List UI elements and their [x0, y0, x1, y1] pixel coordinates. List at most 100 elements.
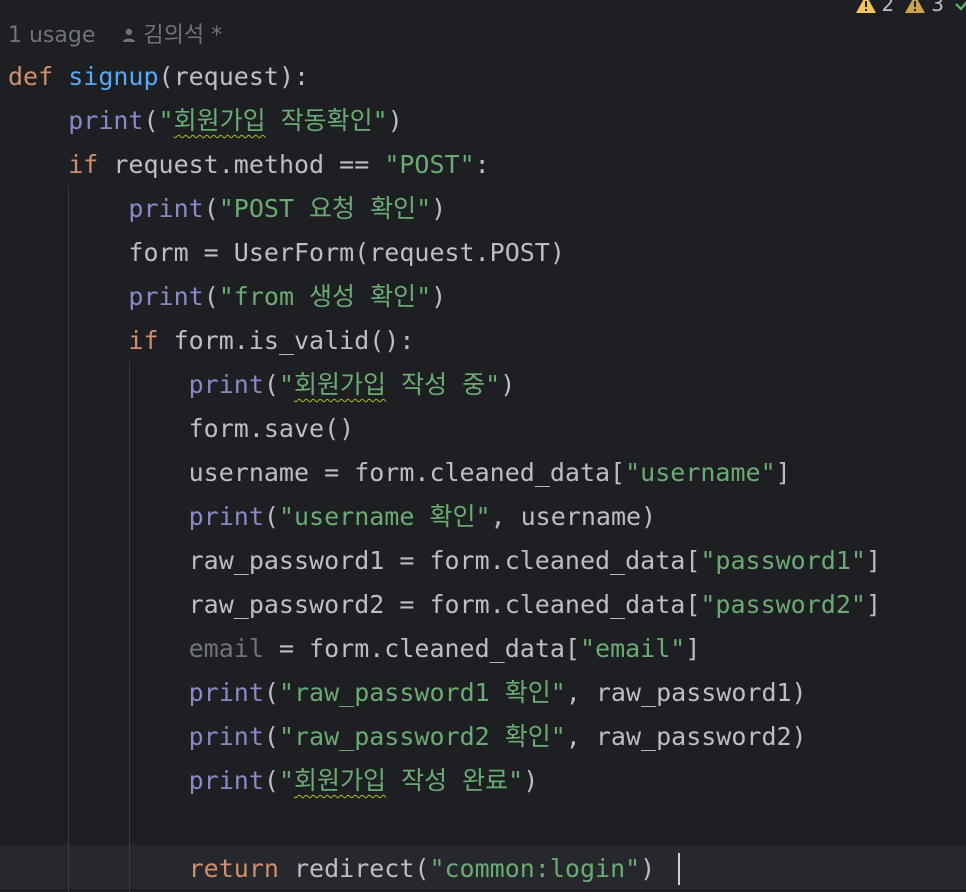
- weak-warning-counter[interactable]: 3: [904, 0, 944, 16]
- usages-count[interactable]: 1 usage: [8, 23, 95, 48]
- code-line[interactable]: print("username 확인", username): [8, 495, 881, 539]
- paren: ): [523, 766, 539, 795]
- builtin: print: [188, 722, 264, 751]
- spelling-typo: 회원가입: [294, 370, 387, 399]
- person-icon: [123, 28, 136, 42]
- warning-icon: [905, 0, 926, 13]
- builtin: print: [188, 766, 264, 795]
- code-line[interactable]: raw_password1 = form.cleaned_data["passw…: [8, 539, 881, 583]
- string: "username 확인": [278, 502, 491, 531]
- paren: ): [431, 282, 447, 311]
- string: 작동확인": [265, 106, 388, 135]
- code-line-empty[interactable]: [8, 803, 881, 847]
- statement: = form.cleaned_data[: [263, 634, 580, 663]
- statement: username = form.cleaned_data[: [188, 458, 626, 487]
- usage-hint[interactable]: 1 usage 김의석 *: [8, 17, 222, 49]
- function-name: signup: [68, 62, 159, 91]
- text-caret: [678, 853, 680, 885]
- paren: (: [263, 678, 279, 707]
- bracket: ]: [775, 458, 791, 487]
- builtin: print: [128, 282, 204, 311]
- code-line[interactable]: def signup(request):: [8, 55, 881, 99]
- string: "common:login": [429, 854, 641, 883]
- paren: (: [263, 722, 279, 751]
- builtin: print: [128, 194, 204, 223]
- string: "username": [625, 458, 776, 487]
- statement: form = UserForm(request.POST): [128, 238, 565, 267]
- call: redirect(: [278, 854, 430, 883]
- paren: (: [263, 766, 279, 795]
- code-line[interactable]: print("raw_password1 확인", raw_password1): [8, 671, 881, 715]
- statement: form.save(): [188, 414, 355, 443]
- string: "raw_password1 확인": [278, 678, 566, 707]
- code-line-current[interactable]: return redirect("common:login"): [8, 847, 881, 891]
- colon: :: [474, 150, 490, 179]
- paren: ): [431, 194, 447, 223]
- expression: form.is_valid():: [158, 326, 415, 355]
- code-line[interactable]: print("from 생성 확인"): [8, 275, 881, 319]
- unused-variable: email: [188, 634, 264, 663]
- spelling-typo: 회원가입: [294, 766, 387, 795]
- bracket: ]: [685, 634, 701, 663]
- builtin: print: [68, 106, 144, 135]
- code-editor[interactable]: 1 usage 김의석 * 2 3 def signup(request): pr…: [0, 0, 966, 892]
- bracket: ]: [865, 546, 882, 575]
- builtin: print: [188, 370, 264, 399]
- statement: raw_password2 = form.cleaned_data[: [188, 590, 701, 619]
- string: "email": [579, 634, 686, 663]
- string: "POST 요청 확인": [218, 194, 432, 223]
- code-line[interactable]: print("raw_password2 확인", raw_password2): [8, 715, 881, 759]
- weak-warning-count: 3: [931, 0, 944, 16]
- arguments: , raw_password2): [565, 722, 807, 751]
- check-icon: [955, 1, 966, 11]
- builtin: print: [188, 502, 264, 531]
- code-line[interactable]: if request.method == "POST":: [8, 143, 881, 187]
- keyword: if: [128, 326, 159, 355]
- builtin: print: [188, 678, 264, 707]
- string-quote: ": [278, 370, 295, 399]
- author-name[interactable]: 김의석 *: [143, 23, 222, 48]
- paren: ): [387, 106, 403, 135]
- arguments: , username): [490, 502, 657, 531]
- keyword: if: [68, 150, 99, 179]
- string-quote: ": [158, 106, 174, 135]
- string-quote: ": [278, 766, 295, 795]
- string: 작성 완료": [386, 766, 524, 795]
- warning-count: 2: [881, 0, 895, 16]
- keyword: def: [8, 62, 54, 91]
- code-line[interactable]: print("회원가입 작성 완료"): [8, 759, 881, 803]
- string: "from 생성 확인": [218, 282, 432, 311]
- string: "raw_password2 확인": [278, 722, 566, 751]
- string: "password2": [700, 590, 866, 619]
- paren: (: [143, 106, 159, 135]
- arguments: , raw_password1): [565, 678, 807, 707]
- code-line[interactable]: username = form.cleaned_data["username"]: [8, 451, 881, 495]
- expression: request.method ==: [98, 150, 385, 179]
- warning-counter[interactable]: 2: [855, 0, 895, 16]
- keyword: return: [188, 854, 279, 883]
- code-line[interactable]: email = form.cleaned_data["email"]: [8, 627, 881, 671]
- paren: (: [263, 370, 279, 399]
- code-line[interactable]: if form.is_valid():: [8, 319, 881, 363]
- paren: (: [263, 502, 279, 531]
- code-line[interactable]: print("회원가입 작동확인"): [8, 99, 881, 143]
- code-line[interactable]: print("회원가입 작성 중"): [8, 363, 881, 407]
- string: "password1": [700, 546, 866, 575]
- params: (request):: [158, 62, 310, 91]
- code-line[interactable]: form = UserForm(request.POST): [8, 231, 881, 275]
- string: "POST": [384, 150, 475, 179]
- paren: ): [500, 370, 516, 399]
- code-line[interactable]: form.save(): [8, 407, 881, 451]
- code-line[interactable]: raw_password2 = form.cleaned_data["passw…: [8, 583, 881, 627]
- inlay-hints-bar: 1 usage 김의석 * 2 3: [0, 0, 966, 60]
- string: 작성 중": [386, 370, 501, 399]
- code-line[interactable]: print("POST 요청 확인"): [8, 187, 881, 231]
- spelling-typo: 회원가입: [173, 106, 266, 135]
- bracket: ]: [865, 590, 882, 619]
- inspection-widget[interactable]: 2 3: [855, 0, 966, 16]
- paren: (: [203, 282, 219, 311]
- paren: (: [203, 194, 219, 223]
- paren: ): [640, 854, 656, 883]
- code-area[interactable]: def signup(request): print("회원가입 작동확인") …: [8, 55, 881, 891]
- statement: raw_password1 = form.cleaned_data[: [188, 546, 701, 575]
